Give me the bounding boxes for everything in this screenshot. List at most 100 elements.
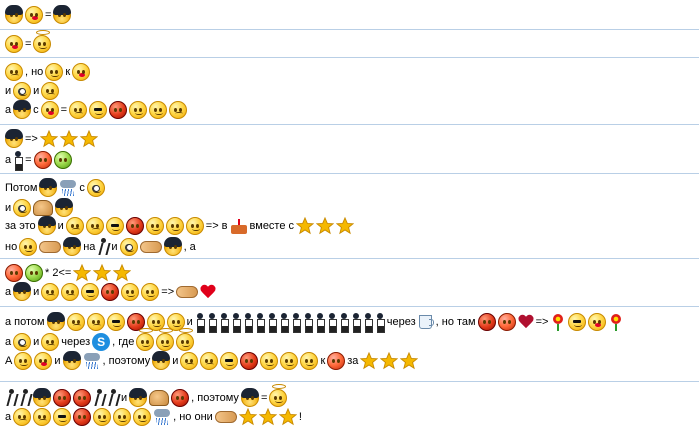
handshake-icon (214, 411, 237, 423)
cool-emoticon-icon (106, 313, 125, 331)
chat-line: а с = (4, 99, 188, 121)
in-love-emoticon-icon (45, 63, 64, 81)
boy-emoticon-icon (33, 388, 51, 407)
star-icon (59, 130, 78, 148)
star-icon (336, 217, 355, 235)
man-icon (256, 313, 265, 333)
star-icon (113, 264, 132, 282)
line-text: * 2<= (45, 267, 72, 279)
man-icon (14, 151, 24, 171)
line-text: и (186, 316, 193, 328)
boy-emoticon-icon (63, 237, 82, 256)
boy-emoticon-icon (37, 216, 56, 235)
line-text: и (5, 202, 12, 214)
man-icon (196, 313, 205, 333)
sad-emoticon-icon (200, 352, 219, 370)
sick-emoticon-icon (53, 151, 72, 169)
devil-emoticon-icon (171, 389, 190, 407)
line-text: и (5, 85, 12, 97)
devil-emoticon-icon (125, 217, 144, 235)
man-icon (208, 313, 217, 333)
line-text: а (5, 336, 12, 348)
man-icon (340, 313, 349, 333)
blush-emoticon-icon (41, 333, 60, 351)
line-text: за (347, 355, 359, 367)
line-text: через (386, 316, 416, 328)
boy-emoticon-icon (163, 237, 182, 256)
kiss-emoticon-icon (5, 35, 23, 53)
chat-line: но на и , а (4, 236, 197, 258)
blush-emoticon-icon (41, 82, 60, 100)
devil-emoticon-icon (240, 352, 259, 370)
line-text: к (320, 355, 326, 367)
line-text: Потом (5, 182, 38, 194)
flower-icon (550, 313, 566, 331)
man-icon (292, 313, 301, 333)
line-text: к (65, 66, 71, 78)
smile-emoticon-icon (113, 408, 132, 426)
boy-emoticon-icon (46, 312, 65, 331)
line-text: и (121, 392, 128, 404)
devil-emoticon-icon (109, 101, 128, 119)
star-icon (296, 217, 315, 235)
smile-emoticon-icon (280, 352, 299, 370)
line-text: , поэтому (102, 355, 151, 367)
frown-emoticon-icon (180, 352, 199, 370)
sad-emoticon-icon (85, 217, 104, 235)
man-icon (376, 313, 385, 333)
smile-emoticon-icon (145, 217, 164, 235)
sad-emoticon-icon (33, 408, 52, 426)
smile-emoticon-icon (133, 408, 152, 426)
angry-emoticon-icon (327, 352, 346, 370)
line-text: а (5, 411, 12, 423)
line-text: , но (25, 66, 44, 78)
sad-emoticon-icon (61, 283, 80, 301)
chat-line: а = (4, 149, 73, 171)
cake-icon (230, 217, 248, 235)
runner-icon (5, 389, 17, 407)
devil-emoticon-icon (73, 408, 92, 426)
line-text: и (54, 355, 61, 367)
cool-emoticon-icon (220, 352, 239, 370)
chat-line: а , но они ! (4, 406, 303, 428)
star-icon (278, 408, 297, 426)
frown-emoticon-icon (69, 101, 88, 119)
separator-7 (0, 381, 699, 382)
smile-emoticon-icon (165, 217, 184, 235)
chat-line: А и , поэтому и к за (4, 350, 419, 372)
in-love-kiss-emoticon-icon (72, 63, 91, 81)
separator-5 (0, 258, 699, 259)
star-icon (73, 264, 92, 282)
line-text: и (33, 85, 40, 97)
handshake-icon (139, 241, 162, 253)
line-text: и (33, 286, 40, 298)
chat-line: за это и => в вместе с (4, 215, 355, 237)
star-icon (316, 217, 335, 235)
angel-emoticon-icon (136, 328, 155, 351)
line-text: , где (112, 336, 135, 348)
line-text: = (25, 38, 32, 50)
cool-emoticon-icon (53, 408, 72, 426)
boy-emoticon-icon (152, 351, 171, 370)
handshake-icon (176, 286, 199, 298)
smile-emoticon-icon (300, 352, 319, 370)
cool-emoticon-icon (568, 313, 587, 331)
frown-emoticon-icon (13, 408, 32, 426)
star-icon (79, 130, 98, 148)
runner-icon (19, 389, 31, 407)
boy-emoticon-icon (129, 388, 148, 407)
nerd-emoticon-icon (13, 333, 32, 351)
boy-emoticon-icon (53, 5, 72, 24)
boy-emoticon-icon (13, 100, 32, 119)
rain-cloud-icon (153, 408, 171, 426)
muscle-icon (149, 390, 170, 406)
star-icon (39, 130, 58, 148)
line-text: а потом (5, 316, 45, 328)
boy-emoticon-icon (62, 351, 81, 370)
angry-emoticon-icon (5, 264, 23, 282)
boy-emoticon-icon (5, 5, 23, 24)
man-icon (220, 313, 229, 333)
kiss-emoticon-icon (40, 101, 59, 119)
smile-emoticon-icon (260, 352, 279, 370)
line-text: => в (205, 220, 228, 232)
